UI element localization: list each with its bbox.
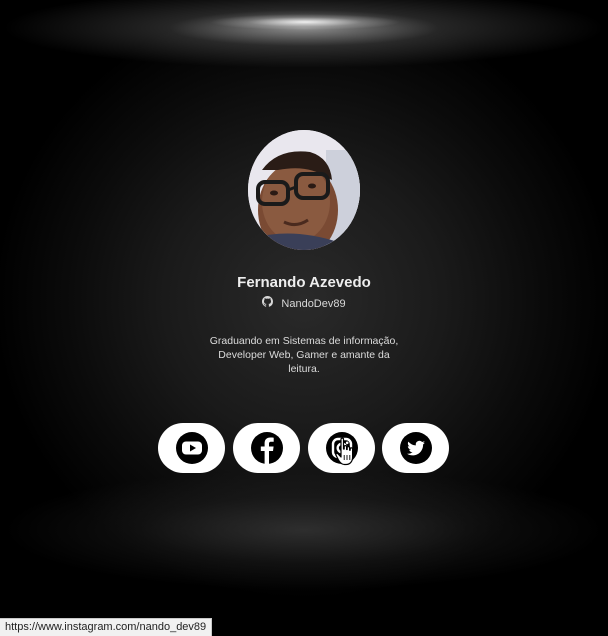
facebook-icon <box>250 432 283 464</box>
avatar <box>248 130 360 250</box>
status-bar-url: https://www.instagram.com/nando_dev89 <box>0 618 213 636</box>
spotlight-beam <box>210 14 400 30</box>
hand-cursor-icon <box>335 437 357 472</box>
youtube-button[interactable] <box>158 423 225 473</box>
github-handle-text: NandoDev89 <box>281 297 346 310</box>
profile-name: Fernando Azevedo <box>237 274 371 291</box>
facebook-button[interactable] <box>233 423 300 473</box>
twitter-icon <box>399 432 432 464</box>
github-icon <box>262 296 274 310</box>
twitter-button[interactable] <box>382 423 449 473</box>
floor-glow <box>4 470 604 590</box>
page-stage: Fernando Azevedo NandoDev89 Graduando em… <box>0 0 608 636</box>
profile-bio: Graduando em Sistemas de informação, Dev… <box>209 335 399 375</box>
github-handle[interactable]: NandoDev89 <box>0 296 608 311</box>
youtube-icon <box>175 432 208 464</box>
